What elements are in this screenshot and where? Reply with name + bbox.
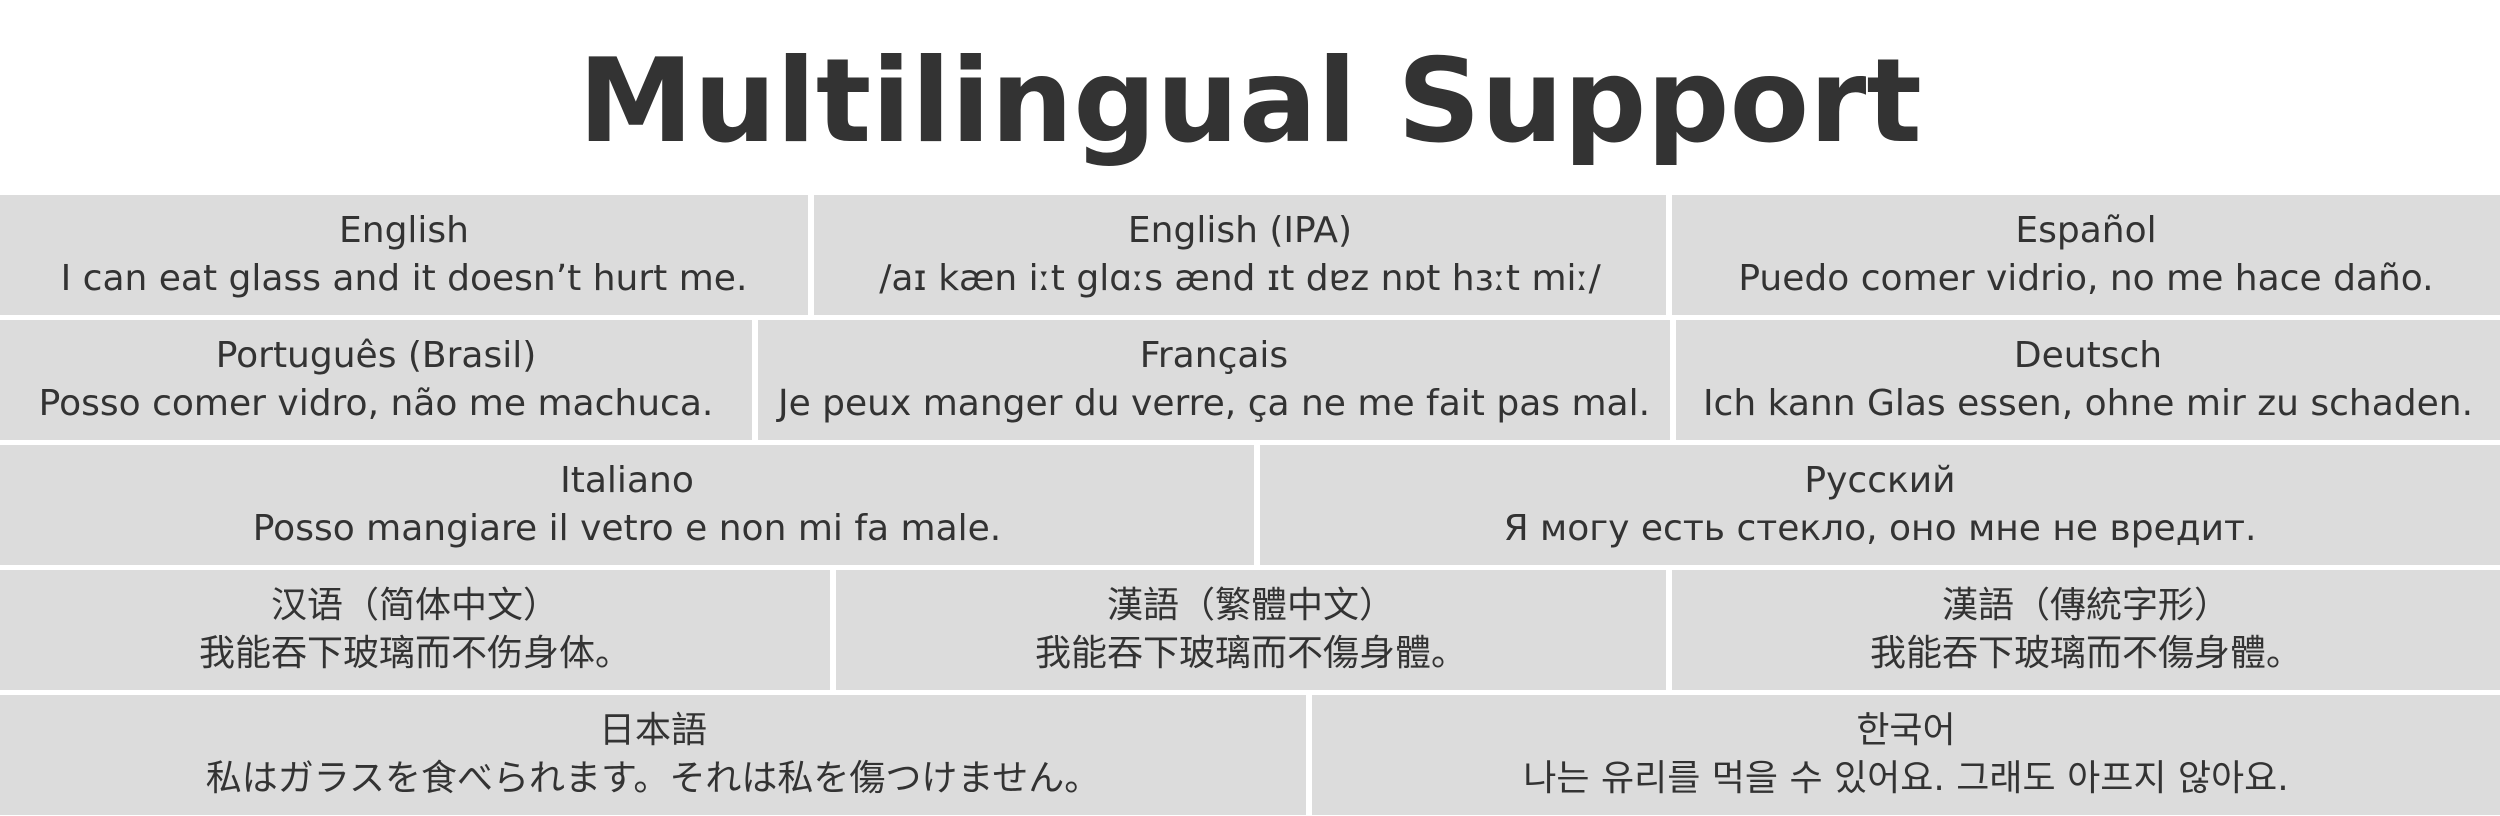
language-cell-chinese-traditional: 漢語（繁體中文） 我能吞下玻璃而不傷身體。 [836, 570, 1666, 690]
language-row: English I can eat glass and it doesn’t h… [0, 195, 2500, 315]
language-name: Português (Brasil) [215, 335, 537, 376]
language-name: 汉语（简体中文） [270, 585, 559, 626]
language-name: 漢語（繁體中文） [1106, 585, 1395, 626]
sample-sentence: 나는 유리를 먹을 수 있어요. 그래도 아프지 않아요. [1523, 758, 2289, 799]
sample-sentence: 我能吞下玻璃而不傷身體。 [1034, 633, 1467, 674]
language-name: English [339, 210, 469, 251]
language-cell-japanese: 日本語 私はガラスを食べられます。それは私を傷つけません。 [0, 695, 1306, 815]
sample-sentence: 我能吞下玻璃而不傷身體。 [1869, 633, 2302, 674]
sample-sentence: Puedo comer vidrio, no me hace daño. [1738, 258, 2434, 299]
sample-sentence: /aɪ kæn iːt glɑːs ænd ɪt dɐz nɒt hɜːt mi… [879, 258, 1601, 299]
language-row: Português (Brasil) Posso comer vidro, nã… [0, 320, 2500, 440]
language-cell-portugues: Português (Brasil) Posso comer vidro, nã… [0, 320, 752, 440]
language-cell-chinese-traditional-glyphs: 漢語（傳統字形） 我能吞下玻璃而不傷身體。 [1672, 570, 2500, 690]
language-cell-francais: Français Je peux manger du verre, ça ne … [758, 320, 1670, 440]
language-name: 한국어 [1856, 710, 1956, 751]
language-name: 漢語（傳統字形） [1941, 585, 2230, 626]
sample-sentence: I can eat glass and it doesn’t hurt me. [60, 258, 748, 299]
language-name: English (IPA) [1127, 210, 1353, 251]
language-cell-italiano: Italiano Posso mangiare il vetro e non m… [0, 445, 1254, 565]
language-name: Русский [1804, 460, 1956, 501]
language-grid: English I can eat glass and it doesn’t h… [0, 192, 2500, 816]
language-cell-russian: Русский Я могу есть стекло, оно мне не в… [1260, 445, 2500, 565]
language-row: 汉语（简体中文） 我能吞下玻璃而不伤身体。 漢語（繁體中文） 我能吞下玻璃而不傷… [0, 570, 2500, 690]
sample-sentence: Я могу есть стекло, оно мне не вредит. [1503, 508, 2257, 549]
language-name: 日本語 [598, 710, 707, 751]
language-name: Italiano [560, 460, 694, 501]
page-title: Multilingual Support [578, 34, 1922, 169]
sample-sentence: Posso comer vidro, não me machuca. [38, 383, 714, 424]
language-cell-chinese-simplified: 汉语（简体中文） 我能吞下玻璃而不伤身体。 [0, 570, 830, 690]
language-row: 日本語 私はガラスを食べられます。それは私を傷つけません。 한국어 나는 유리를… [0, 695, 2500, 815]
sample-sentence: Je peux manger du verre, ça ne me fait p… [777, 383, 1651, 424]
sample-sentence: Posso mangiare il vetro e non mi fa male… [252, 508, 1002, 549]
language-row: Italiano Posso mangiare il vetro e non m… [0, 445, 2500, 565]
language-cell-espanol: Español Puedo comer vidrio, no me hace d… [1672, 195, 2500, 315]
language-name: Français [1139, 335, 1289, 376]
sample-sentence: 私はガラスを食べられます。それは私を傷つけません。 [205, 758, 1101, 799]
sample-sentence: Ich kann Glas essen, ohne mir zu schaden… [1702, 383, 2474, 424]
language-cell-korean: 한국어 나는 유리를 먹을 수 있어요. 그래도 아프지 않아요. [1312, 695, 2500, 815]
language-cell-english: English I can eat glass and it doesn’t h… [0, 195, 808, 315]
language-name: Deutsch [2013, 335, 2163, 376]
sample-sentence: 我能吞下玻璃而不伤身体。 [198, 633, 631, 674]
language-cell-english-ipa: English (IPA) /aɪ kæn iːt glɑːs ænd ɪt d… [814, 195, 1666, 315]
language-cell-deutsch: Deutsch Ich kann Glas essen, ohne mir zu… [1676, 320, 2500, 440]
language-name: Español [2015, 210, 2157, 251]
